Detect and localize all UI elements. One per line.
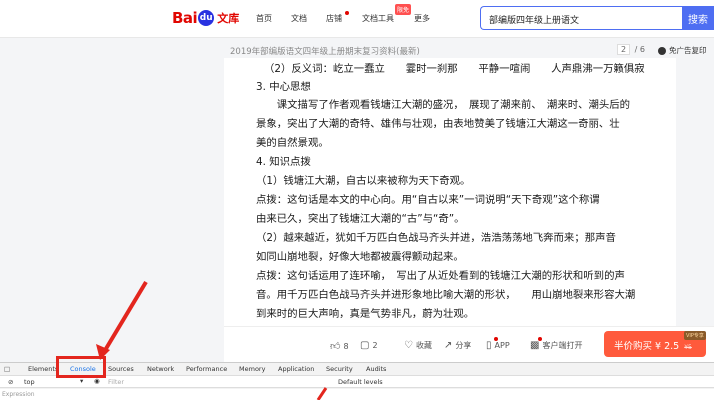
nav-link-home[interactable]: 首页 (256, 13, 272, 24)
share-icon: ↗ (444, 340, 453, 351)
nav-link-shop[interactable]: 店铺 (326, 13, 342, 24)
thumbs-up-icon: 👍︎ (330, 341, 341, 352)
comment-icon: ▢ (360, 340, 370, 351)
comment-count: 2 (372, 341, 378, 350)
logo-wenku-text: 文库 (217, 12, 240, 25)
heart-icon: ♡ (404, 340, 413, 351)
buy-label: 半价购买 ¥ 2.5 (614, 341, 680, 352)
log-levels-select[interactable]: Default levels (338, 378, 383, 386)
doc-line: 3. 中心思想 (256, 81, 311, 93)
chevron-down-icon[interactable]: ▾ (80, 377, 83, 385)
client-open-button[interactable]: ▩ 客户端打开 (530, 337, 583, 351)
doc-line: （2）越来越近，犹如千万匹白色战马齐头并进，浩浩荡荡地飞奔而来；那声音 (256, 232, 616, 244)
document-page: （2）反义词：屹立一蠢立 霎时一刹那 平静一喧闹 人声鼎沸一万籁俱寂 3. 中心… (224, 58, 676, 326)
document-header-bar: 2019年部编版语文四年级上册期末复习资料(最新) 2 / 6 免广告复印 (0, 40, 714, 60)
document-title: 2019年部编版语文四年级上册期末复习资料(最新) (230, 47, 420, 57)
doc-line: 景象，突出了大潮的奇特、雄伟与壮观，由表地赞美了钱塘江大潮这一奇丽、壮 (256, 118, 620, 130)
eye-icon[interactable]: ◉ (94, 377, 100, 385)
app-label: APP (494, 341, 510, 350)
doc-line: 点拨：这句话运用了连环喻， 写出了从近处看到的钱塘江大潮的形状和听到的声 (256, 270, 625, 282)
app-button[interactable]: ▯ APP (486, 337, 510, 351)
adfree-print-button[interactable]: 免广告复印 (658, 45, 707, 56)
doc-line: 课文描写了作者观看钱塘江大潮的盛况， 展现了潮来前、 潮来时、潮头后的 (256, 99, 631, 111)
original-price: ¥5 (684, 344, 692, 351)
doc-line: 如同山崩地裂，好像大地都被震得颤动起来。 (256, 251, 464, 263)
tab-performance[interactable]: Performance (186, 365, 227, 373)
doc-line: 音。用千万匹白色战马齐头并进形象地比喻大潮的形状， 用山崩地裂来形容大潮 (256, 289, 636, 301)
context-select[interactable]: top (24, 378, 35, 386)
notification-dot (538, 337, 542, 341)
like-count: 8 (343, 341, 349, 351)
comment-button[interactable]: ▢ 2 (360, 340, 378, 351)
collect-label: 收藏 (415, 341, 432, 350)
search-input[interactable]: 部编版四年级上册语文 (480, 6, 682, 30)
devtools-tabs: □ Elements Console Sources Network Perfo… (0, 363, 714, 375)
tab-network[interactable]: Network (147, 365, 174, 373)
doc-line: 点拨：这句话是本文的中心向。用“自古以来”一词说明“天下奇观”这个称谓 (256, 194, 600, 206)
free-badge: 限免 (395, 4, 412, 15)
doc-line: （1）钱塘江大潮，自古以来被称为天下奇观。 (256, 175, 471, 187)
vip-tag: VIP专享 (684, 331, 706, 340)
baidu-wenku-logo[interactable]: Bai du 文库 (172, 7, 239, 29)
nav-link-doc-tools[interactable]: 文档工具 (362, 13, 394, 24)
expression-label[interactable]: Expression (2, 391, 35, 398)
annotation-arrow-line (102, 280, 148, 354)
print-icon (658, 46, 666, 55)
doc-line: 4. 知识点拨 (256, 156, 311, 168)
top-navigation: Bai du 文库 首页 文档 店铺 文档工具 限免 更多 部编版四年级上册语文… (0, 0, 714, 38)
browser-page: Bai du 文库 首页 文档 店铺 文档工具 限免 更多 部编版四年级上册语文… (0, 0, 714, 400)
tab-audits[interactable]: Audits (366, 365, 386, 373)
doc-line: 由来已久，突出了钱塘江大潮的“古”与“奇”。 (256, 213, 465, 225)
tab-security[interactable]: Security (326, 365, 353, 373)
nav-link-docs[interactable]: 文档 (291, 13, 307, 24)
paw-icon: du (198, 10, 215, 26)
notification-dot (345, 11, 349, 15)
console-toolbar: ⊘ top ▾ ◉ Filter Default levels (0, 375, 714, 388)
like-button[interactable]: 👍︎ 8 (330, 340, 349, 352)
doc-line: （2）反义词：屹立一蠢立 霎时一刹那 平静一喧闹 人声鼎沸一万籁俱寂 (264, 63, 645, 75)
logo-bai-text: Bai (172, 9, 198, 27)
phone-icon: ▯ (486, 340, 492, 351)
adfree-label: 免广告复印 (669, 46, 707, 55)
doc-line: 到来时的巨大声响，真是气势非凡，蔚为壮观。 (256, 308, 475, 320)
page-number-input[interactable]: 2 (617, 44, 631, 55)
monitor-icon: ▩ (530, 340, 540, 351)
share-button[interactable]: ↗ 分享 (444, 340, 471, 351)
search-button[interactable]: 搜索 (682, 6, 714, 30)
page-total: / 6 (634, 45, 645, 54)
console-expression-row: Expression (0, 389, 714, 400)
page-indicator: 2 / 6 (617, 44, 645, 55)
tab-application[interactable]: Application (278, 365, 314, 373)
block-icon[interactable]: ⊘ (8, 378, 13, 386)
notification-dot (494, 337, 498, 341)
tab-memory[interactable]: Memory (239, 365, 265, 373)
share-label: 分享 (455, 341, 472, 350)
doc-line: 美的自然景观。 (256, 137, 329, 149)
tab-sources[interactable]: Sources (108, 365, 134, 373)
collect-button[interactable]: ♡ 收藏 (404, 340, 432, 351)
filter-input[interactable]: Filter (108, 378, 124, 386)
annotation-highlight-box (56, 356, 106, 378)
nav-link-more[interactable]: 更多 (414, 13, 430, 24)
tab-elements[interactable]: Elements (28, 365, 58, 373)
client-open-label: 客户端打开 (542, 341, 583, 350)
inspect-icon[interactable]: □ (4, 365, 10, 373)
devtools-panel: □ Elements Console Sources Network Perfo… (0, 362, 714, 400)
